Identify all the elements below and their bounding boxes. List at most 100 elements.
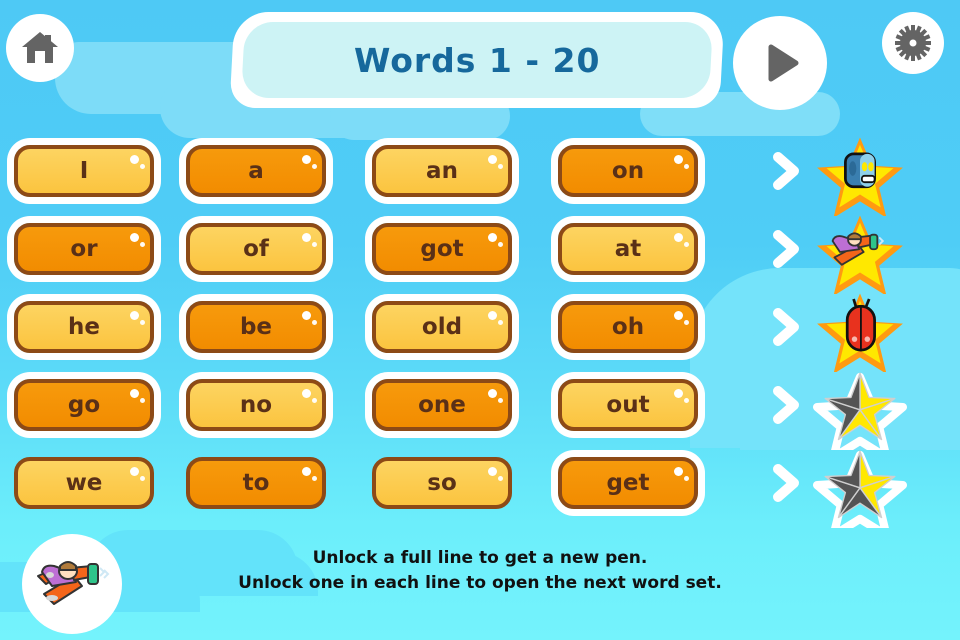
shine-highlight-icon [684,320,689,325]
word-label: out [606,392,650,418]
next-row-button[interactable] [762,305,810,349]
word-button[interactable]: no [186,379,326,431]
reward-column [762,132,960,540]
word-button[interactable]: go [14,379,154,431]
gear-icon [895,25,931,61]
next-row-button[interactable] [762,149,810,193]
word-cell: go [0,366,186,444]
reward-star-progress[interactable] [810,366,910,462]
word-cell: no [186,366,372,444]
word-button[interactable]: an [372,145,512,197]
word-cell: be [186,288,372,366]
word-label: no [239,392,273,418]
word-button[interactable]: be [186,301,326,353]
word-button[interactable]: out [558,379,698,431]
word-button[interactable]: we [14,457,154,509]
shine-highlight-icon [684,242,689,247]
shine-highlight-icon [302,155,311,164]
word-cell: a [186,132,372,210]
reward-star-unlocked[interactable] [810,132,910,218]
word-button[interactable]: so [372,457,512,509]
shine-highlight-icon [312,398,317,403]
settings-button[interactable] [882,12,944,74]
page-title: Words 1 - 20 [353,40,601,80]
play-button[interactable] [733,16,827,110]
shine-highlight-icon [674,467,683,476]
shine-highlight-icon [498,242,503,247]
reward-row [762,210,960,296]
header: Words 1 - 20 [0,0,960,120]
reward-row [762,288,960,374]
word-label: an [426,158,458,184]
shine-highlight-icon [130,233,139,242]
word-label: we [65,470,103,496]
word-label: get [606,470,650,496]
word-cell: on [558,132,744,210]
shine-highlight-icon [674,155,683,164]
reward-star-progress[interactable] [810,444,910,540]
shine-highlight-icon [302,467,311,476]
shine-highlight-icon [488,467,497,476]
star-icon [817,215,903,296]
home-button[interactable] [6,14,74,82]
word-label: he [68,314,100,340]
word-button[interactable]: old [372,301,512,353]
word-cell: out [558,366,744,444]
word-button[interactable]: or [14,223,154,275]
word-row: go no one out [0,366,770,444]
page-title-plate: Words 1 - 20 [229,12,725,108]
footer-hint: Unlock a full line to get a new pen. Unl… [0,546,960,596]
shine-highlight-icon [312,242,317,247]
word-cell: oh [558,288,744,366]
word-label: of [243,236,269,262]
word-label: to [242,470,270,496]
word-button[interactable]: a [186,145,326,197]
word-label: oh [611,314,645,340]
shine-highlight-icon [130,311,139,320]
word-button[interactable]: of [186,223,326,275]
word-label: or [70,236,98,262]
shine-highlight-icon [488,233,497,242]
shine-highlight-icon [674,311,683,320]
word-label: be [239,314,273,340]
shine-highlight-icon [684,398,689,403]
word-button[interactable]: at [558,223,698,275]
word-row: he be old oh [0,288,770,366]
shine-highlight-icon [684,164,689,169]
word-cell: I [0,132,186,210]
shine-highlight-icon [140,476,145,481]
shine-highlight-icon [130,467,139,476]
word-cell: get [558,444,744,522]
shine-highlight-icon [130,155,139,164]
word-label: one [418,392,466,418]
star-icon [817,293,903,374]
footer-hint-line-1: Unlock a full line to get a new pen. [312,548,648,568]
chevron-right-icon [773,230,799,268]
shine-highlight-icon [312,320,317,325]
chevron-right-icon [773,386,799,424]
next-row-button[interactable] [762,227,810,271]
next-row-button[interactable] [762,461,810,505]
word-label: so [427,470,457,496]
word-button[interactable]: to [186,457,326,509]
reward-row [762,132,960,218]
next-row-button[interactable] [762,383,810,427]
shine-highlight-icon [302,233,311,242]
reward-star-unlocked[interactable] [810,210,910,296]
shine-highlight-icon [498,164,503,169]
word-button[interactable]: on [558,145,698,197]
star-icon [812,372,908,462]
word-button[interactable]: he [14,301,154,353]
reward-star-unlocked[interactable] [810,288,910,374]
word-cell: or [0,210,186,288]
word-cell: an [372,132,558,210]
reward-row [762,366,960,462]
word-button[interactable]: get [558,457,698,509]
word-button[interactable]: I [14,145,154,197]
word-button[interactable]: oh [558,301,698,353]
word-button[interactable]: one [372,379,512,431]
play-icon [768,44,799,82]
word-button[interactable]: got [372,223,512,275]
shine-highlight-icon [302,389,311,398]
reward-row [762,444,960,540]
